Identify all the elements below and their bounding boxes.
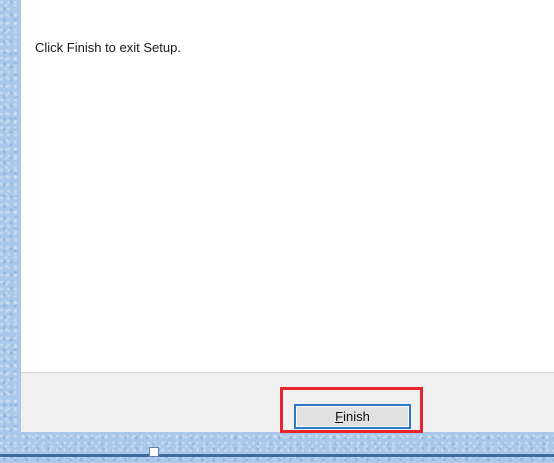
resize-guide-line <box>0 454 554 457</box>
finish-button-mnemonic: F <box>335 409 344 424</box>
screen: { "dialog": { "message": "Click Finish t… <box>0 0 554 463</box>
resize-handle[interactable] <box>149 447 159 457</box>
setup-dialog: Click Finish to exit Setup. Finish <box>21 0 554 433</box>
finish-button-label: inish <box>343 409 370 424</box>
dialog-footer: Finish <box>21 372 554 433</box>
dialog-content-area: Click Finish to exit Setup. <box>21 0 554 372</box>
finish-instruction-text: Click Finish to exit Setup. <box>35 40 181 55</box>
finish-button[interactable]: Finish <box>294 404 411 429</box>
